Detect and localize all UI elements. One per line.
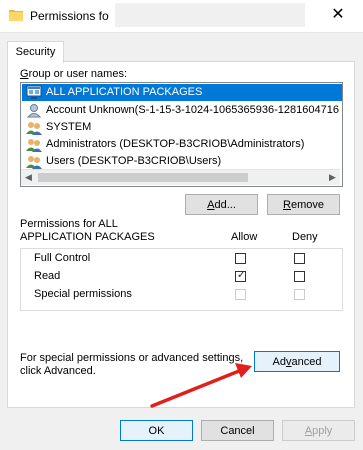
perm-row-label: Read [34, 270, 61, 282]
list-item-system[interactable]: SYSTEM [22, 119, 342, 136]
app-packages-icon [26, 85, 42, 99]
read-deny-checkbox[interactable] [294, 271, 305, 282]
advanced-hint-line2: click Advanced. [20, 365, 96, 377]
permissions-header-line1: Permissions for ALL [20, 218, 118, 230]
folder-icon [9, 10, 23, 21]
perm-row-label: Full Control [34, 252, 91, 264]
list-item-label: ALL APPLICATION PACKAGES [46, 86, 203, 98]
scrollbar-thumb[interactable] [38, 173, 248, 182]
tab-security[interactable]: Security [7, 41, 64, 63]
list-item-administrators[interactable]: Administrators (DESKTOP-B3CRIOB\Administ… [22, 136, 342, 153]
allow-column-header: Allow [231, 231, 258, 243]
list-item-label: Account Unknown(S-1-15-3-1024-1065365936… [46, 104, 339, 116]
remove-button[interactable]: Remove [267, 194, 340, 215]
full-control-allow-checkbox[interactable] [235, 253, 246, 264]
scroll-left-icon[interactable]: ◀ [21, 170, 36, 185]
unknown-user-icon [26, 104, 42, 118]
close-button[interactable]: ✕ [320, 4, 356, 26]
ok-button[interactable]: OK [120, 420, 193, 441]
users-group-icon [26, 139, 42, 152]
list-item-all-application-packages[interactable]: ALL APPLICATION PACKAGES [22, 84, 342, 101]
perm-row-label: Special permissions [34, 288, 132, 300]
deny-column-header: Deny [292, 231, 318, 243]
users-group-icon [26, 156, 42, 169]
special-allow-checkbox [235, 289, 246, 300]
cancel-button[interactable]: Cancel [201, 420, 274, 441]
scroll-right-icon[interactable]: ▶ [325, 170, 340, 185]
group-users-label: Group or user names: [20, 68, 127, 80]
list-item-label: Users (DESKTOP-B3CRIOB\Users) [46, 155, 222, 167]
annotation-arrow-icon [150, 363, 252, 408]
checkmark-icon: ✓ [236, 269, 247, 281]
advanced-button[interactable]: Advanced [254, 351, 340, 372]
permissions-header-line2: APPLICATION PACKAGES [20, 231, 155, 243]
title-redaction [115, 3, 305, 27]
list-item-label: Administrators (DESKTOP-B3CRIOB\Administ… [46, 138, 305, 150]
special-deny-checkbox [294, 289, 305, 300]
permissions-table: Full Control Read ✓ Special permissions [20, 248, 343, 311]
horizontal-scrollbar[interactable]: ◀ ▶ [21, 169, 340, 185]
full-control-deny-checkbox[interactable] [294, 253, 305, 264]
apply-button[interactable]: Apply [282, 420, 355, 441]
list-item-label: SYSTEM [46, 121, 92, 133]
list-item-account-unknown[interactable]: Account Unknown(S-1-15-3-1024-1065365936… [22, 102, 342, 119]
window-title: Permissions fo [30, 9, 109, 23]
add-button[interactable]: Add... [185, 194, 258, 215]
users-group-icon [26, 122, 42, 135]
list-item-users[interactable]: Users (DESKTOP-B3CRIOB\Users) [22, 153, 342, 170]
read-allow-checkbox[interactable]: ✓ [235, 269, 247, 282]
